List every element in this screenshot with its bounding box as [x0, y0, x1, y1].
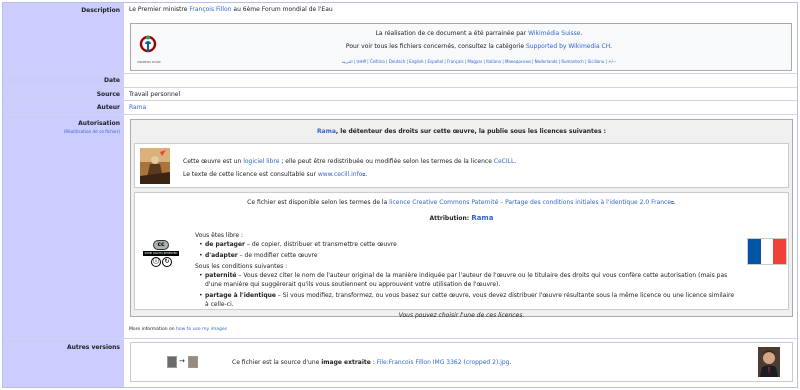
source-cell: Travail personnel: [129, 91, 181, 98]
label-author: Auteur: [3, 101, 124, 114]
conditions-list: paternité – Vous devez citer le nom de l…: [198, 271, 735, 309]
flag-white-stripe: [760, 239, 774, 264]
free-to-label: Vous êtes libre :: [195, 232, 244, 239]
cc-badge-label: SOME RIGHTS RESERVED: [143, 251, 179, 256]
flag-red-stripe: [773, 239, 787, 264]
cc-line: Ce fichier est disponible selon les term…: [135, 199, 788, 206]
link-supported-by-wikimedia-ch[interactable]: Supported by Wikimedia CH: [526, 43, 610, 50]
arrow-right-icon: →: [179, 357, 185, 365]
row-other-versions: Autres versions → Ce fichier est la sour…: [3, 339, 797, 387]
cc-logo-text: cc: [157, 241, 165, 248]
label-authorization-text: Autorisation: [78, 120, 120, 127]
wikimedia-line-2-end: .: [610, 43, 613, 50]
link-cropped-file[interactable]: File:Francois Fillon IMG 3362 (cropped 2…: [377, 359, 510, 366]
link-license-author-rama[interactable]: Rama: [317, 128, 336, 135]
attribution-label: Attribution:: [429, 215, 472, 222]
cecill-line-2: Le texte de cette licence est consultabl…: [183, 171, 367, 178]
list-item: partage à l'identique – Si vous modifiez…: [198, 291, 735, 309]
cc-by-sa-license-box: Ce fichier est disponible selon les term…: [134, 192, 789, 310]
row-date: Date: [3, 74, 797, 88]
cecill-line-2-text: Le texte de cette licence est consultabl…: [183, 171, 318, 178]
share-term: de partager: [205, 241, 245, 248]
description-text-post: au 6ème Forum mondial de l'Eau: [231, 6, 333, 13]
cecill-line-1-end: .: [514, 158, 517, 165]
cecill-line-1: Cette œuvre est un logiciel libre ; elle…: [183, 158, 516, 165]
row-description: Description Le Premier ministre François…: [3, 3, 797, 74]
attribution-desc: – Vous devez citer le nom de l'auteur or…: [205, 272, 728, 288]
cc-by-sa-badge[interactable]: cc SOME RIGHTS RESERVED ⓘ ↻: [143, 240, 179, 268]
link-attribution-rama[interactable]: Rama: [471, 214, 493, 222]
link-cc-by-sa-2-0-fr[interactable]: licence Creative Commons Paternité – Par…: [389, 199, 671, 206]
crop-thumbnail-original[interactable]: [167, 356, 177, 368]
cecill-line-1-text: Cette œuvre est un: [183, 158, 244, 165]
more-info-text: More information on: [129, 327, 177, 332]
cc-line-text: Ce fichier est disponible selon les term…: [247, 199, 390, 206]
label-authorization: Autorisation (Réutilisation de ce fichie…: [3, 115, 124, 338]
link-cecill-info[interactable]: www.cecill.info: [318, 171, 363, 178]
license-header: Rama, le détenteur des droits sur cette …: [131, 128, 792, 135]
link-logiciel-libre[interactable]: logiciel libre: [243, 158, 279, 165]
liberty-painting-thumbnail[interactable]: [140, 148, 170, 184]
link-how-to-use-images[interactable]: how to use my images: [176, 327, 227, 332]
wikimedia-line-1: La réalisation de ce document a été parr…: [171, 30, 787, 37]
adapt-desc: – de modifier cette œuvre: [237, 252, 318, 259]
license-box: Rama, le détenteur des droits sur cette …: [130, 119, 793, 319]
cc-logo-icon: cc: [153, 240, 169, 250]
link-author-rama[interactable]: Rama: [129, 104, 146, 111]
conditions-label: Sous les conditions suivantes :: [195, 263, 288, 270]
french-flag-icon: [747, 238, 787, 265]
wikimedia-line-2: Pour voir tous les fichiers concernés, c…: [171, 43, 787, 50]
cecill-line-1-mid: ; elle peut être redistribuée ou modifié…: [279, 158, 494, 165]
row-source: Source Travail personnel: [3, 88, 797, 101]
file-information-table: Description Le Premier ministre François…: [2, 2, 798, 388]
wikimedia-line-1-end: .: [580, 30, 583, 37]
other-versions-bold: image extraite: [321, 359, 371, 366]
share-alike-desc: – Si vous modifiez, transformez, ou vous…: [205, 292, 735, 308]
language-links[interactable]: العربية | फ़ारसी | Čeština | Deutsch | E…: [171, 59, 787, 65]
more-info-line: More information on how to use my images: [129, 327, 227, 332]
flag-blue-stripe: [748, 239, 761, 264]
wikimedia-line-1-text: La réalisation de ce document a été parr…: [375, 30, 529, 37]
portrait-thumbnail[interactable]: [758, 347, 780, 377]
link-cecill[interactable]: CeCILL: [494, 158, 515, 165]
row-authorization: Autorisation (Réutilisation de ce fichie…: [3, 115, 797, 339]
wikimedia-line-2-text: Pour voir tous les fichiers concernés, c…: [345, 43, 526, 50]
description-text-pre: Le Premier ministre: [129, 6, 190, 13]
list-item: paternité – Vous devez citer le nom de l…: [198, 271, 735, 289]
cc-line-end: .: [673, 199, 676, 206]
other-versions-pre: Ce fichier est la source d'une: [232, 359, 322, 366]
label-other-versions: Autres versions: [3, 339, 124, 387]
cc-terms: Vous êtes libre : de partager – de copie…: [195, 231, 735, 311]
cc-sa-icon: ↻: [162, 257, 172, 267]
license-header-text: , le détenteur des droits sur cette œuvr…: [335, 128, 607, 135]
author-cell: Rama: [127, 101, 795, 114]
attribution-term: paternité: [205, 272, 237, 279]
list-item: de partager – de copier, distribuer et t…: [198, 240, 735, 249]
choose-license-text: Vous pouvez choisir l'une de ces licence…: [398, 312, 525, 319]
wikimedia-logo-icon: [139, 35, 157, 53]
link-wikimedia-suisse[interactable]: Wikimédia Suisse: [528, 30, 580, 37]
attribution-line: Attribution: Rama: [135, 214, 788, 222]
row-author: Auteur Rama: [3, 101, 797, 115]
cecill-license-box: Cette œuvre est un logiciel libre ; elle…: [134, 143, 789, 188]
cecill-line-2-end: .: [365, 171, 368, 178]
label-description: Description: [3, 3, 124, 73]
date-cell: [127, 74, 795, 87]
label-date: Date: [3, 74, 124, 87]
free-to-list: de partager – de copier, distribuer et t…: [198, 240, 735, 260]
other-versions-text: Ce fichier est la source d'une image ext…: [232, 359, 511, 366]
other-versions-box: → Ce fichier est la source d'une image e…: [130, 342, 793, 382]
wikimedia-suisse-box: WIKIMEDIA SUISSE La réalisation de ce do…: [130, 23, 792, 71]
cc-by-icon: ⓘ: [151, 257, 161, 267]
link-francois-fillon[interactable]: François Fillon: [189, 6, 231, 13]
list-item: d'adapter – de modifier cette œuvre: [198, 251, 735, 260]
adapt-term: d'adapter: [205, 252, 238, 259]
label-source: Source: [3, 88, 124, 100]
other-versions-post: .: [509, 359, 512, 366]
share-alike-term: partage à l'identique: [205, 292, 276, 299]
link-reuse-file[interactable]: (Réutilisation de ce fichier): [3, 129, 120, 134]
wikimedia-logo-text: WIKIMEDIA SUISSE: [137, 61, 161, 64]
share-desc: – de copier, distribuer et transmettre c…: [245, 241, 397, 248]
crop-thumbnail-cropped[interactable]: [188, 356, 198, 368]
